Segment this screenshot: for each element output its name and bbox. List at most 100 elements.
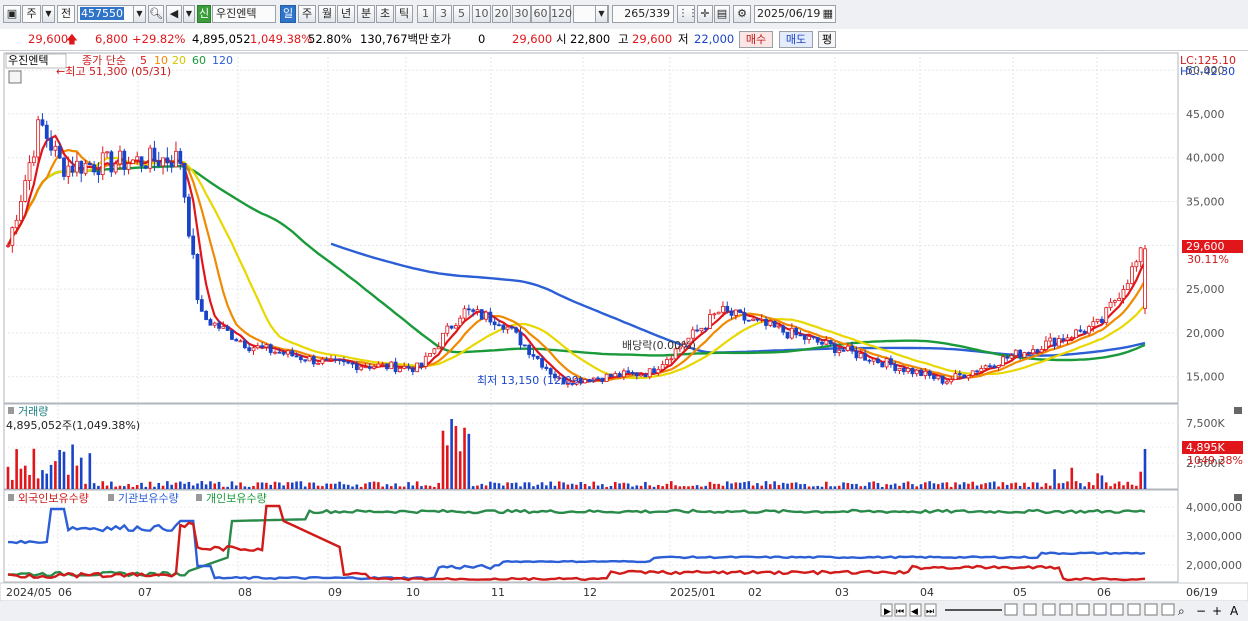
volume-bar [1074,481,1078,489]
volume-bar [876,483,880,489]
volume-bar [850,484,854,489]
stock-code-input[interactable]: 457550 [77,5,135,23]
volume-bar [497,483,501,489]
magnify-icon[interactable]: ⌕ [1178,604,1185,618]
layout-8-button[interactable] [1127,603,1141,616]
interval-20-button[interactable]: 20 [492,5,511,23]
layout-7-button[interactable] [1110,603,1124,616]
volume-bar [1027,486,1031,489]
candle-body [957,373,962,376]
layout-2-button[interactable] [1023,603,1037,616]
layout-1-button[interactable] [1004,603,1018,616]
candle-body [966,375,971,379]
period-tick-button[interactable]: 틱 [395,5,413,23]
crosshair-icon[interactable]: ✛ [697,5,713,23]
layout-6-button[interactable] [1093,603,1107,616]
candle-body [350,362,355,365]
volume-bar [114,486,117,489]
stock-name-field[interactable]: 우진엔텍 [212,5,276,23]
search-icon[interactable]: 🔍︎ [148,5,164,23]
volume-bar [609,485,613,489]
sell-button[interactable]: 매도 [779,31,813,48]
interval-dropdown-icon[interactable]: ▼ [595,5,608,23]
chart-area[interactable]: 우진엔텍 종가 단순 5 10 20 60 120 ←최고 51,300 (05… [0,51,1248,621]
candle-body [260,345,265,348]
candle-body [802,334,807,340]
layout-5-button[interactable] [1076,603,1090,616]
volume-bar [799,484,802,489]
period-minute-label: 분 [360,7,372,20]
date-input[interactable]: 2025/06/19 ▦ [754,5,836,23]
mode-select[interactable]: 전 [57,5,75,23]
period-second-button[interactable]: 초 [376,5,394,23]
candle-body [277,351,282,354]
period-day-button[interactable]: 일 [280,5,296,23]
candle-body [27,162,32,182]
buy-button[interactable]: 매수 [739,31,773,48]
grid-toggle-icon[interactable]: ⋮⋮ [677,5,698,23]
market-select[interactable]: 주 [22,5,41,23]
candle-body [118,150,122,165]
speaker-icon[interactable]: ◀ [166,5,182,23]
candle-body [712,313,717,316]
interval-30-button[interactable]: 30 [512,5,531,23]
volume-bar [88,453,92,489]
code-dropdown-icon[interactable]: ▼ [133,5,146,23]
period-month-button[interactable]: 월 [318,5,336,23]
candle-body [44,124,49,139]
volume-bar [71,444,74,489]
calendar-icon[interactable]: ▦ [823,6,833,22]
market-dropdown-icon[interactable]: ▼ [42,5,55,23]
zoom-in-icon[interactable]: + [1212,604,1222,618]
interval-120-button[interactable]: 120 [550,5,572,23]
price-y-tick: 15,000 [1186,371,1225,384]
volume-bar [252,485,255,489]
volume-bar [1066,481,1069,489]
interval-10-button[interactable]: 10 [472,5,491,23]
holding-close-icon[interactable] [1234,494,1242,501]
layout-4-button[interactable] [1059,603,1073,616]
volume-bar [613,482,617,489]
period-year-button[interactable]: 년 [337,5,355,23]
volume-bar [527,482,531,489]
volume-bar [166,481,169,489]
market-label: 주 [26,7,37,20]
candle-body [337,359,342,361]
settings-gear-icon[interactable]: ⚙ [733,5,751,23]
volume-bar [665,483,669,489]
volume-bar [398,486,402,489]
layout-10-button[interactable] [1161,603,1175,616]
layout-3-button[interactable] [1042,603,1056,616]
volume-bar [1031,482,1035,489]
volume-bar [1135,485,1138,489]
volume-panel-icon[interactable] [8,407,14,414]
volume-close-icon[interactable] [1234,407,1242,414]
candle-body [406,365,411,369]
average-button[interactable]: 평 [818,31,836,48]
interval-60-button[interactable]: 60 [531,5,550,23]
sell-label: 매도 [785,33,807,46]
holding-panel-icon[interactable] [8,494,14,501]
volume-bar [290,482,294,489]
speaker-dropdown-icon[interactable]: ▼ [183,5,195,23]
candle-body [484,311,488,320]
x-axis-label: 03 [835,586,849,599]
interval-3-button[interactable]: 3 [435,5,452,23]
volume-bar [489,481,492,489]
interval-1-button[interactable]: 1 [417,5,434,23]
period-week-button[interactable]: 주 [298,5,316,23]
data-count-field[interactable]: 265/339 [612,5,674,23]
candle-body [867,359,872,362]
volume-bar [415,481,419,489]
layout-9-button[interactable] [1144,603,1158,616]
window-menu-icon[interactable]: ▣ [3,5,21,23]
panel-table-icon[interactable] [8,70,22,84]
candle-body [876,358,880,363]
save-icon[interactable]: ▤ [714,5,730,23]
interval-5-button[interactable]: 5 [453,5,470,23]
period-minute-button[interactable]: 분 [357,5,375,23]
zoom-out-icon[interactable]: − [1196,604,1206,618]
volume-bar [842,482,845,489]
font-size-icon[interactable]: A [1230,604,1239,618]
volume-bar [23,465,27,489]
